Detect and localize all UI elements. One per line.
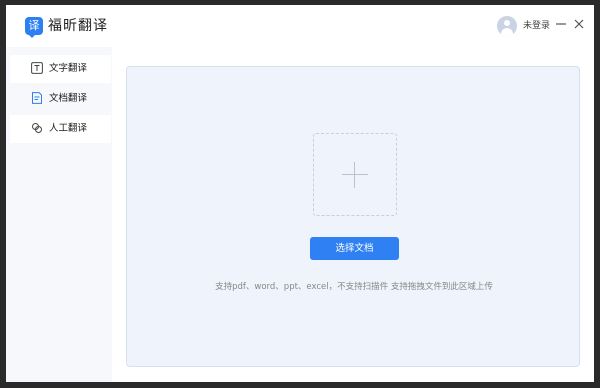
sidebar-item-doc-translate[interactable]: 文档翻译	[10, 85, 111, 113]
close-button[interactable]	[572, 16, 586, 32]
plus-icon-vertical	[354, 162, 355, 188]
sidebar-item-label: 文档翻译	[49, 93, 88, 104]
minimize-button[interactable]	[554, 16, 568, 32]
minimize-icon	[556, 23, 566, 25]
app-window: 译 福昕翻译 未登录 文字翻译 文档翻译 人工翻译 选择文档 支持pdf、wor…	[6, 5, 594, 382]
avatar[interactable]	[497, 16, 517, 36]
avatar-head-icon	[504, 20, 510, 26]
title-bar: 译 福昕翻译 未登录	[6, 5, 594, 47]
upload-box[interactable]	[313, 133, 397, 216]
close-icon	[574, 19, 584, 29]
main-content: 选择文档 支持pdf、word、ppt、excel，不支持扫描件 支持拖拽文件到…	[112, 47, 594, 382]
avatar-body-icon	[501, 28, 513, 36]
sidebar-item-label: 人工翻译	[49, 123, 88, 134]
upload-hint: 支持pdf、word、ppt、excel，不支持扫描件 支持拖拽文件到此区域上传	[215, 282, 493, 292]
plus-icon	[342, 174, 368, 175]
sidebar: 文字翻译 文档翻译 人工翻译	[6, 47, 112, 382]
human-icon	[32, 123, 42, 133]
text-icon	[31, 62, 43, 74]
document-icon	[32, 92, 42, 104]
select-document-button[interactable]: 选择文档	[310, 237, 399, 260]
sidebar-item-text-translate[interactable]: 文字翻译	[10, 55, 111, 83]
sidebar-item-label: 文字翻译	[49, 63, 88, 74]
app-name: 福昕翻译	[48, 18, 108, 34]
sidebar-item-human-translate[interactable]: 人工翻译	[10, 115, 111, 143]
app-logo-icon: 译	[25, 17, 43, 38]
login-status[interactable]: 未登录	[523, 20, 550, 32]
upload-drop-zone[interactable]: 选择文档 支持pdf、word、ppt、excel，不支持扫描件 支持拖拽文件到…	[126, 66, 580, 367]
